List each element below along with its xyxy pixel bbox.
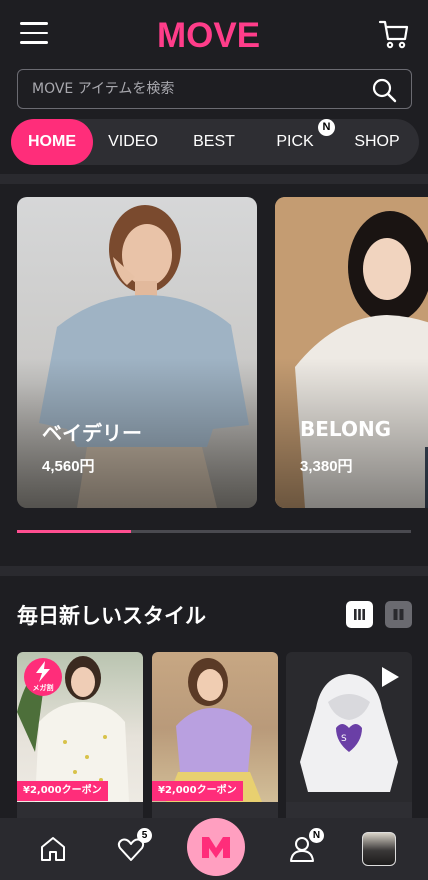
product-card[interactable]: S — [286, 652, 412, 822]
divider — [0, 174, 428, 184]
svg-text:MOVE: MOVE — [157, 16, 260, 52]
coupon-badge: ¥2,000クーポン — [17, 781, 108, 801]
card-price: 4,560円 — [42, 458, 95, 475]
app-header: MOVE — [0, 0, 428, 68]
featured-carousel: ベイデリー 4,560円 BELONG 3,380円 — [0, 184, 428, 566]
coupon-badge: ¥2,000クーポン — [152, 781, 243, 801]
hamburger-menu-icon[interactable] — [20, 22, 48, 46]
search-bar — [17, 69, 412, 109]
profile-icon[interactable]: N — [288, 828, 324, 864]
tab-shop[interactable]: SHOP — [345, 119, 409, 165]
play-video-icon[interactable] — [376, 664, 402, 690]
divider — [0, 566, 428, 576]
favorite-count-badge: 5 — [137, 828, 152, 843]
carousel-card[interactable]: ベイデリー 4,560円 — [17, 197, 257, 508]
favorite-checkheart-icon[interactable]: 5 — [116, 828, 152, 864]
card-brand: BELONG — [300, 417, 392, 441]
card-brand: ベイデリー — [42, 421, 142, 445]
mega-sale-badge: メガ割 — [24, 658, 62, 696]
home-icon[interactable] — [38, 834, 68, 864]
section-title: 毎日新しいスタイル — [17, 604, 206, 628]
card-price: 3,380円 — [300, 458, 353, 475]
search-icon[interactable] — [371, 77, 397, 103]
logo-mark: MOVE — [157, 16, 260, 55]
product-photo — [166, 658, 262, 802]
svg-text:S: S — [341, 734, 347, 744]
tab-best[interactable]: BEST — [183, 119, 245, 165]
recent-item-avatar[interactable] — [362, 832, 396, 866]
cart-icon[interactable] — [378, 18, 410, 50]
product-card[interactable]: ¥2,000クーポン — [152, 652, 278, 822]
lightning-icon — [36, 661, 50, 682]
tab-video[interactable]: VIDEO — [101, 119, 165, 165]
carousel-progress-fill — [17, 530, 132, 533]
move-logo[interactable]: MOVE — [157, 16, 273, 55]
tab-home[interactable]: HOME — [11, 119, 93, 165]
pick-new-badge: N — [318, 119, 335, 136]
carousel-card[interactable]: BELONG 3,380円 — [275, 197, 428, 508]
mega-sale-label: メガ割 — [32, 684, 54, 692]
three-column-view-icon[interactable] — [346, 601, 373, 628]
search-input[interactable] — [32, 76, 352, 102]
profile-new-badge: N — [309, 828, 324, 843]
move-center-button[interactable] — [187, 818, 245, 876]
carousel-progress — [17, 530, 411, 533]
move-logo-icon — [202, 837, 230, 858]
main-nav-tabs: HOME VIDEO BEST PICK SHOP N — [11, 119, 419, 165]
two-column-view-icon[interactable] — [385, 601, 412, 628]
product-card[interactable]: メガ割 ¥2,000クーポン — [17, 652, 143, 822]
